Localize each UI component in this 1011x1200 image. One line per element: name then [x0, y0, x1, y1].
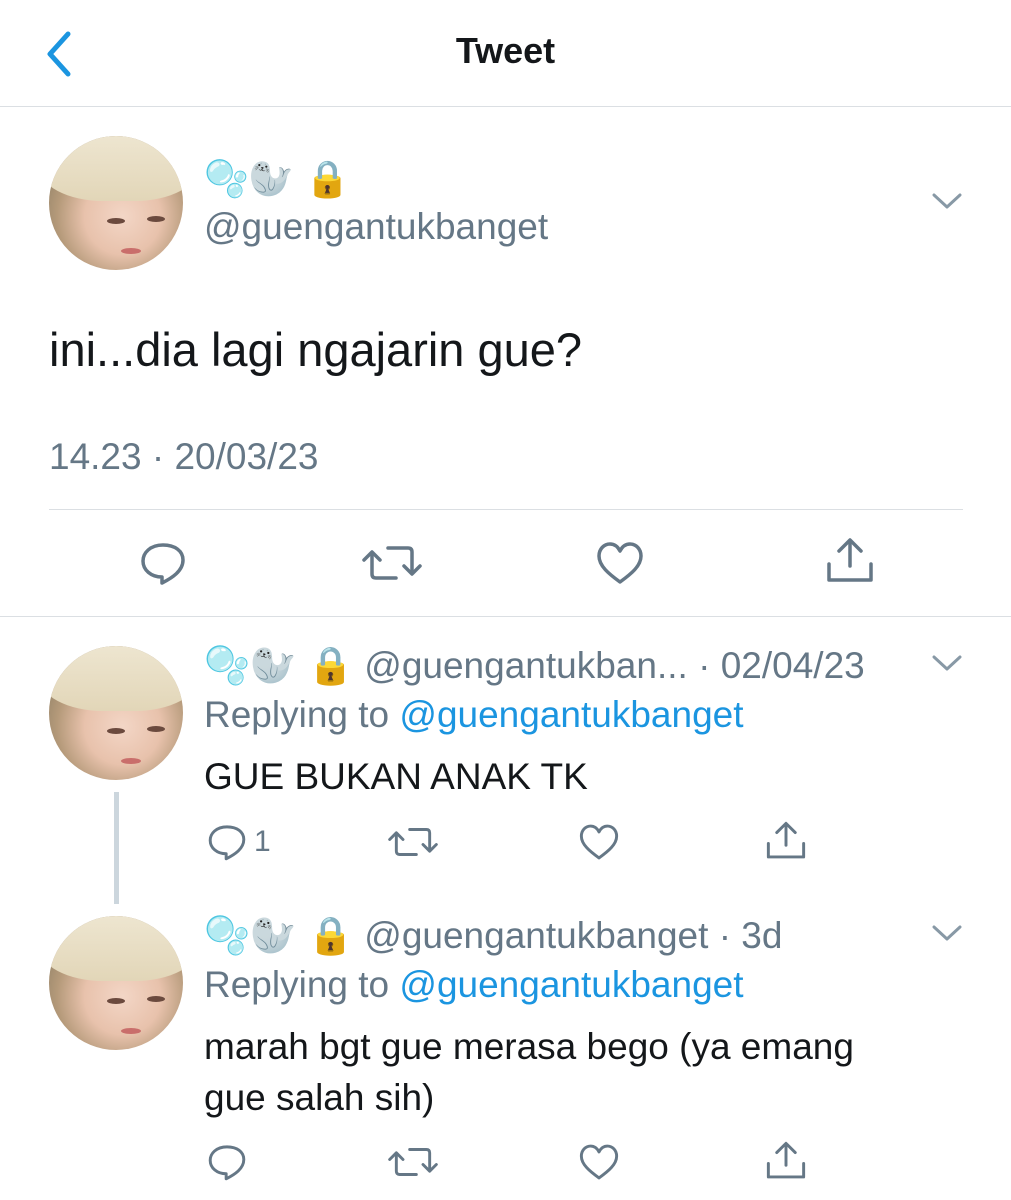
- reply-more-button[interactable]: [932, 922, 962, 949]
- reply-handle[interactable]: @guengantukban...: [364, 645, 688, 686]
- replying-to-link[interactable]: @guengantukbanget: [399, 694, 743, 735]
- reply-date: · 02/04/23: [698, 645, 865, 686]
- reply-date: · 3d: [718, 915, 783, 956]
- retweet-icon: [362, 546, 422, 580]
- share-icon: [827, 538, 873, 582]
- comment-icon: [141, 543, 185, 585]
- reply-share-button[interactable]: [764, 820, 808, 867]
- replying-to: Replying to @guengantukbanget: [204, 694, 744, 736]
- reply-reply-button[interactable]: [206, 1142, 248, 1187]
- retweet-button[interactable]: [362, 540, 422, 591]
- reply-more-button[interactable]: [932, 652, 962, 679]
- thread-line: [114, 792, 119, 904]
- reply-share-button[interactable]: [764, 1140, 808, 1187]
- heart-icon: [597, 542, 643, 584]
- reply-like-button[interactable]: [578, 822, 620, 867]
- reply-like-button[interactable]: [578, 1142, 620, 1187]
- more-options-button[interactable]: [932, 190, 962, 217]
- reply-button[interactable]: [138, 540, 188, 591]
- replying-to-label: Replying to: [204, 694, 390, 735]
- reply-display-name[interactable]: 🫧🦭 🔒: [204, 914, 354, 957]
- display-name[interactable]: 🫧🦭 🔒: [204, 158, 350, 200]
- section-divider: [0, 616, 1011, 617]
- reply-text: GUE BUKAN ANAK TK: [204, 756, 588, 797]
- chevron-down-icon: [932, 655, 962, 671]
- page-title: Tweet: [455, 30, 556, 71]
- header-divider: [0, 106, 1011, 107]
- reply-header: 🫧🦭 🔒 @guengantukban... · 02/04/23: [204, 644, 865, 688]
- retweet-icon: [388, 1148, 438, 1176]
- heart-icon: [579, 1144, 619, 1180]
- tweet-text: ini...dia lagi ngajarin gue?: [49, 323, 583, 376]
- reply-retweet-button[interactable]: [388, 1142, 438, 1187]
- reply-count: 1: [254, 825, 271, 858]
- share-icon: [766, 821, 806, 859]
- reply-retweet-button[interactable]: [388, 822, 438, 867]
- reply-header: 🫧🦭 🔒 @guengantukbanget · 3d: [204, 914, 782, 958]
- reply-avatar[interactable]: [49, 646, 183, 780]
- chevron-down-icon: [932, 193, 962, 209]
- reply-text-line: marah bgt gue merasa bego (ya emang: [204, 1026, 854, 1067]
- reply-text-line: gue salah sih): [204, 1077, 435, 1118]
- reply-reply-button[interactable]: 1: [206, 822, 271, 862]
- share-icon: [766, 1141, 806, 1179]
- comment-icon: [208, 1145, 246, 1181]
- reply-display-name[interactable]: 🫧🦭 🔒: [204, 644, 354, 687]
- retweet-icon: [388, 828, 438, 856]
- reply-handle[interactable]: @guengantukbanget: [364, 915, 708, 956]
- user-handle[interactable]: @guengantukbanget: [204, 206, 548, 248]
- comment-icon: [208, 825, 246, 861]
- heart-icon: [579, 824, 619, 860]
- like-button[interactable]: [595, 540, 645, 591]
- chevron-down-icon: [932, 925, 962, 941]
- reply-avatar[interactable]: [49, 916, 183, 1050]
- tweet-timestamp: 14.23 · 20/03/23: [49, 436, 319, 477]
- replying-to: Replying to @guengantukbanget: [204, 964, 744, 1006]
- avatar[interactable]: [49, 136, 183, 270]
- tweet-divider: [49, 509, 963, 510]
- replying-to-label: Replying to: [204, 964, 390, 1005]
- replying-to-link[interactable]: @guengantukbanget: [399, 964, 743, 1005]
- share-button[interactable]: [824, 536, 876, 591]
